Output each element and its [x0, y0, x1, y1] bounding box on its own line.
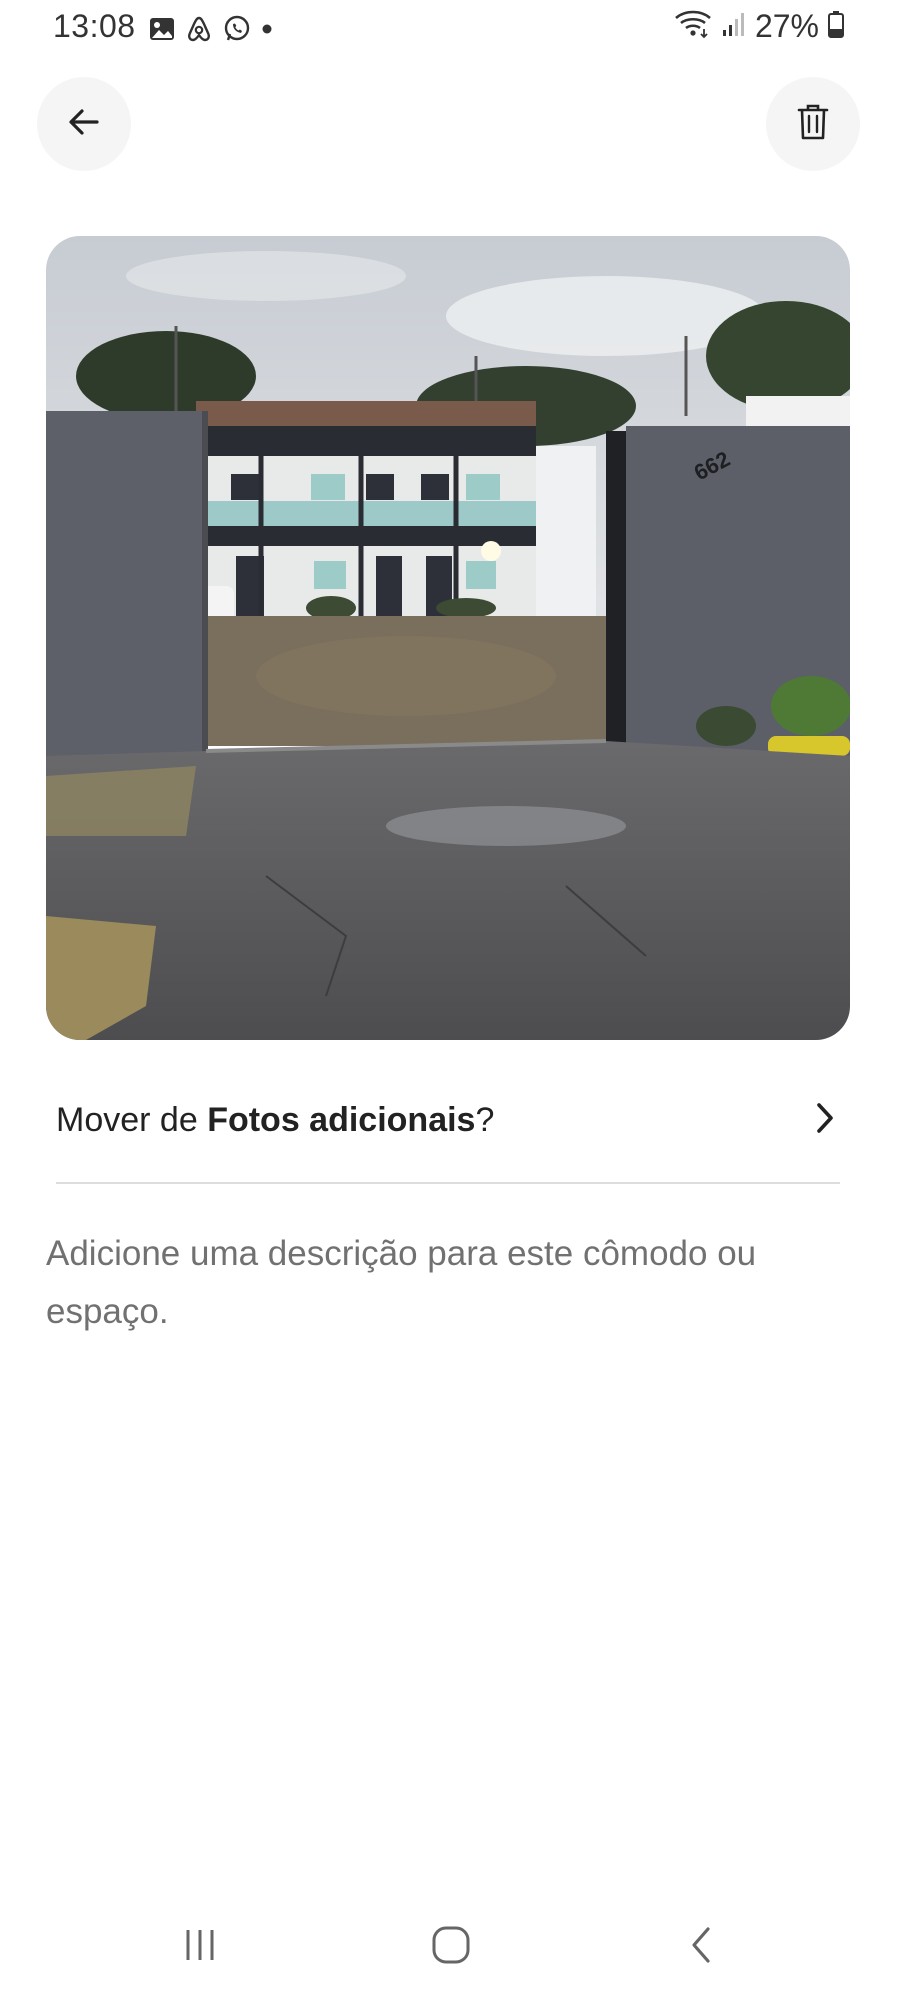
recent-apps-button[interactable] [170, 1922, 230, 1972]
album-name: Fotos adicionais [207, 1100, 476, 1139]
signal-icon [721, 10, 747, 43]
airbnb-icon [184, 14, 214, 49]
gallery-icon [148, 15, 176, 48]
home-button[interactable] [421, 1922, 481, 1972]
status-notification-icons [148, 14, 274, 49]
back-button[interactable] [37, 77, 131, 171]
back-icon [682, 1925, 722, 1970]
listing-photo: 662 [46, 236, 850, 1040]
home-icon [429, 1923, 473, 1972]
recent-apps-icon [180, 1925, 220, 1970]
chevron-right-icon [810, 1100, 840, 1141]
move-photo-row[interactable]: Mover de Fotos adicionais? [56, 1090, 840, 1150]
wifi-icon [673, 9, 713, 44]
move-photo-text: Mover de Fotos adicionais? [56, 1101, 494, 1140]
battery-percentage: 27% [754, 8, 819, 44]
trash-icon [795, 102, 831, 147]
status-system-icons: 27% [673, 8, 845, 45]
whatsapp-icon [222, 14, 252, 49]
status-bar: 13:08 27% [0, 0, 897, 60]
move-suffix: ? [475, 1100, 495, 1139]
system-nav-bar [0, 1900, 897, 2000]
description-input[interactable]: Adicione uma descrição para este cômodo … [46, 1225, 852, 1341]
move-prefix: Mover de [56, 1100, 208, 1139]
notification-dot-icon [260, 22, 274, 41]
divider [56, 1182, 840, 1184]
nav-back-button[interactable] [672, 1922, 732, 1972]
delete-photo-button[interactable] [766, 77, 860, 171]
status-time: 13:08 [53, 8, 136, 44]
battery-icon [827, 9, 845, 44]
arrow-left-icon [64, 102, 104, 147]
